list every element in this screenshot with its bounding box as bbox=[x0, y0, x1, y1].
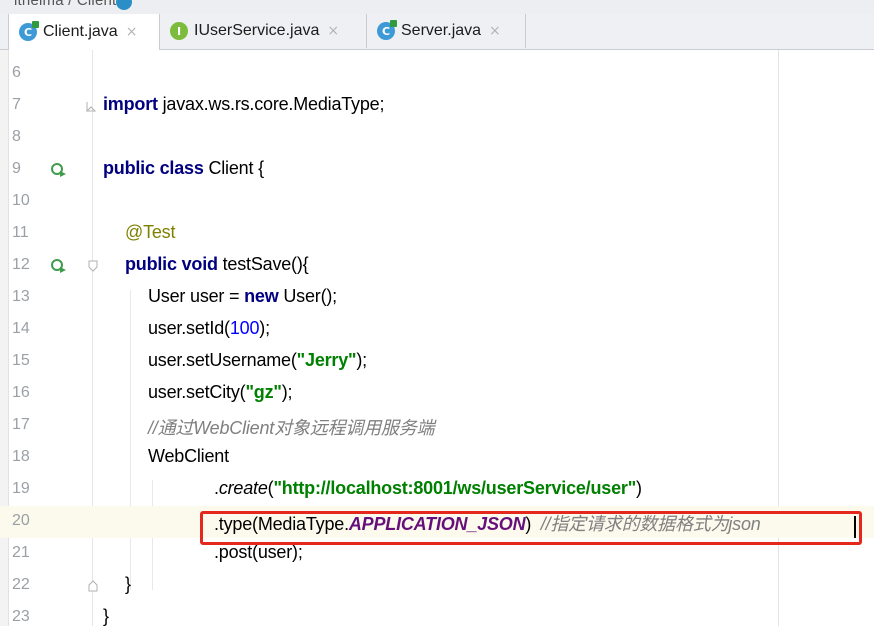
code-line: 19 .create("http://localhost:8001/ws/use… bbox=[0, 474, 874, 506]
comment-text: //通过WebClient对象远程调用服务端 bbox=[148, 418, 435, 438]
tab-label: IUserService.java bbox=[194, 22, 320, 39]
breadcrumb-text: itheima / Client / bbox=[14, 0, 126, 9]
tab-iuserservice-java[interactable]: I IUserService.java × bbox=[160, 14, 367, 48]
tab-label: Client.java bbox=[43, 23, 118, 40]
close-icon[interactable]: × bbox=[126, 24, 138, 40]
line-number: 11 bbox=[12, 224, 29, 241]
java-class-icon: C bbox=[19, 21, 39, 41]
line-number: 17 bbox=[12, 416, 30, 433]
keyword: public class bbox=[103, 158, 204, 178]
run-gutter-icon[interactable] bbox=[50, 258, 68, 274]
code-text: public class Client { bbox=[103, 158, 264, 179]
keyword: new bbox=[244, 286, 279, 306]
code-text: .create("http://localhost:8001/ws/userSe… bbox=[214, 478, 642, 499]
code-span: javax.ws.rs.core.MediaType; bbox=[157, 94, 385, 114]
line-number: 20 bbox=[12, 512, 30, 529]
close-icon[interactable]: × bbox=[489, 23, 501, 39]
fold-marker-icon[interactable] bbox=[88, 260, 98, 272]
code-text: User user = new User(); bbox=[148, 286, 337, 307]
code-text: user.setId(100); bbox=[148, 318, 270, 339]
annotation-text: @Test bbox=[125, 222, 176, 242]
code-span: user.setUsername( bbox=[148, 350, 297, 370]
line-number: 21 bbox=[12, 544, 30, 561]
editor-tab-bar: C Client.java × I IUserService.java × C … bbox=[0, 14, 874, 50]
run-gutter-icon[interactable] bbox=[50, 162, 68, 178]
line-number: 16 bbox=[12, 384, 30, 401]
code-span: ); bbox=[259, 318, 270, 338]
code-editor[interactable]: 6 7 import javax.ws.rs.core.MediaType; 8… bbox=[0, 50, 874, 626]
code-text: } bbox=[125, 574, 131, 594]
line-number: 22 bbox=[12, 576, 30, 593]
code-line: 8 bbox=[0, 122, 874, 154]
code-text: public void testSave(){ bbox=[125, 254, 309, 275]
line-number: 6 bbox=[12, 64, 21, 81]
highlight-annotation-box bbox=[200, 511, 862, 545]
code-line: 18 WebClient bbox=[0, 442, 874, 474]
code-span: testSave(){ bbox=[217, 254, 309, 274]
code-line: 22 } bbox=[0, 570, 874, 602]
code-span: ); bbox=[356, 350, 367, 370]
text-caret bbox=[854, 516, 856, 538]
number-literal: 100 bbox=[229, 318, 260, 338]
tab-client-java[interactable]: C Client.java × bbox=[8, 14, 160, 50]
code-span: ) bbox=[636, 478, 642, 498]
code-line: 23 } bbox=[0, 602, 874, 626]
code-text: } bbox=[103, 606, 109, 626]
code-line: 14 user.setId(100); bbox=[0, 314, 874, 346]
tab-label: Server.java bbox=[401, 22, 482, 39]
fold-marker-icon[interactable] bbox=[88, 580, 98, 592]
code-text: import javax.ws.rs.core.MediaType; bbox=[103, 94, 384, 115]
code-text: WebClient bbox=[148, 446, 229, 466]
breadcrumb: itheima / Client / bbox=[0, 0, 874, 15]
code-span: user.setCity( bbox=[148, 382, 246, 402]
line-number: 14 bbox=[12, 320, 30, 337]
static-method: create bbox=[218, 478, 268, 498]
line-number: 13 bbox=[12, 288, 30, 305]
line-number: 10 bbox=[12, 192, 30, 209]
fold-marker-icon[interactable] bbox=[86, 100, 96, 112]
line-number: 18 bbox=[12, 448, 30, 465]
code-line: 13 User user = new User(); bbox=[0, 282, 874, 314]
line-number: 19 bbox=[12, 480, 30, 497]
code-line: 12 public void testSave(){ bbox=[0, 250, 874, 282]
tab-server-java[interactable]: C Server.java × bbox=[367, 14, 526, 48]
code-text: user.setUsername("Jerry"); bbox=[148, 350, 367, 371]
code-line: 11 @Test bbox=[0, 218, 874, 250]
line-number: 7 bbox=[12, 96, 21, 113]
code-line: 6 bbox=[0, 58, 874, 90]
keyword: public void bbox=[125, 254, 218, 274]
code-line: 15 user.setUsername("Jerry"); bbox=[0, 346, 874, 378]
line-number: 9 bbox=[12, 160, 21, 177]
line-number: 15 bbox=[12, 352, 30, 369]
string-literal: "http://localhost:8001/ws/userService/us… bbox=[273, 478, 637, 498]
code-text: .post(user); bbox=[214, 542, 303, 562]
code-span: user.setId( bbox=[148, 318, 230, 338]
close-icon[interactable]: × bbox=[327, 23, 339, 39]
code-line: 10 bbox=[0, 186, 874, 218]
line-number: 23 bbox=[12, 608, 30, 625]
code-text: user.setCity("gz"); bbox=[148, 382, 293, 403]
line-number: 8 bbox=[12, 128, 21, 145]
class-icon bbox=[116, 0, 132, 10]
java-interface-icon: I bbox=[170, 22, 188, 40]
code-span: ); bbox=[281, 382, 293, 402]
code-line: 17 //通过WebClient对象远程调用服务端 bbox=[0, 410, 874, 442]
keyword: import bbox=[103, 94, 158, 114]
string-literal: "Jerry" bbox=[296, 350, 357, 370]
code-line: 16 user.setCity("gz"); bbox=[0, 378, 874, 410]
code-span: User user = bbox=[148, 286, 245, 306]
code-span: Client { bbox=[203, 158, 264, 178]
line-number: 12 bbox=[12, 256, 30, 273]
code-span: User(); bbox=[278, 286, 337, 306]
code-line: 7 import javax.ws.rs.core.MediaType; bbox=[0, 90, 874, 122]
code-line: 9 public class Client { bbox=[0, 154, 874, 186]
java-class-icon: C bbox=[377, 20, 397, 40]
string-literal: "gz" bbox=[245, 382, 282, 402]
